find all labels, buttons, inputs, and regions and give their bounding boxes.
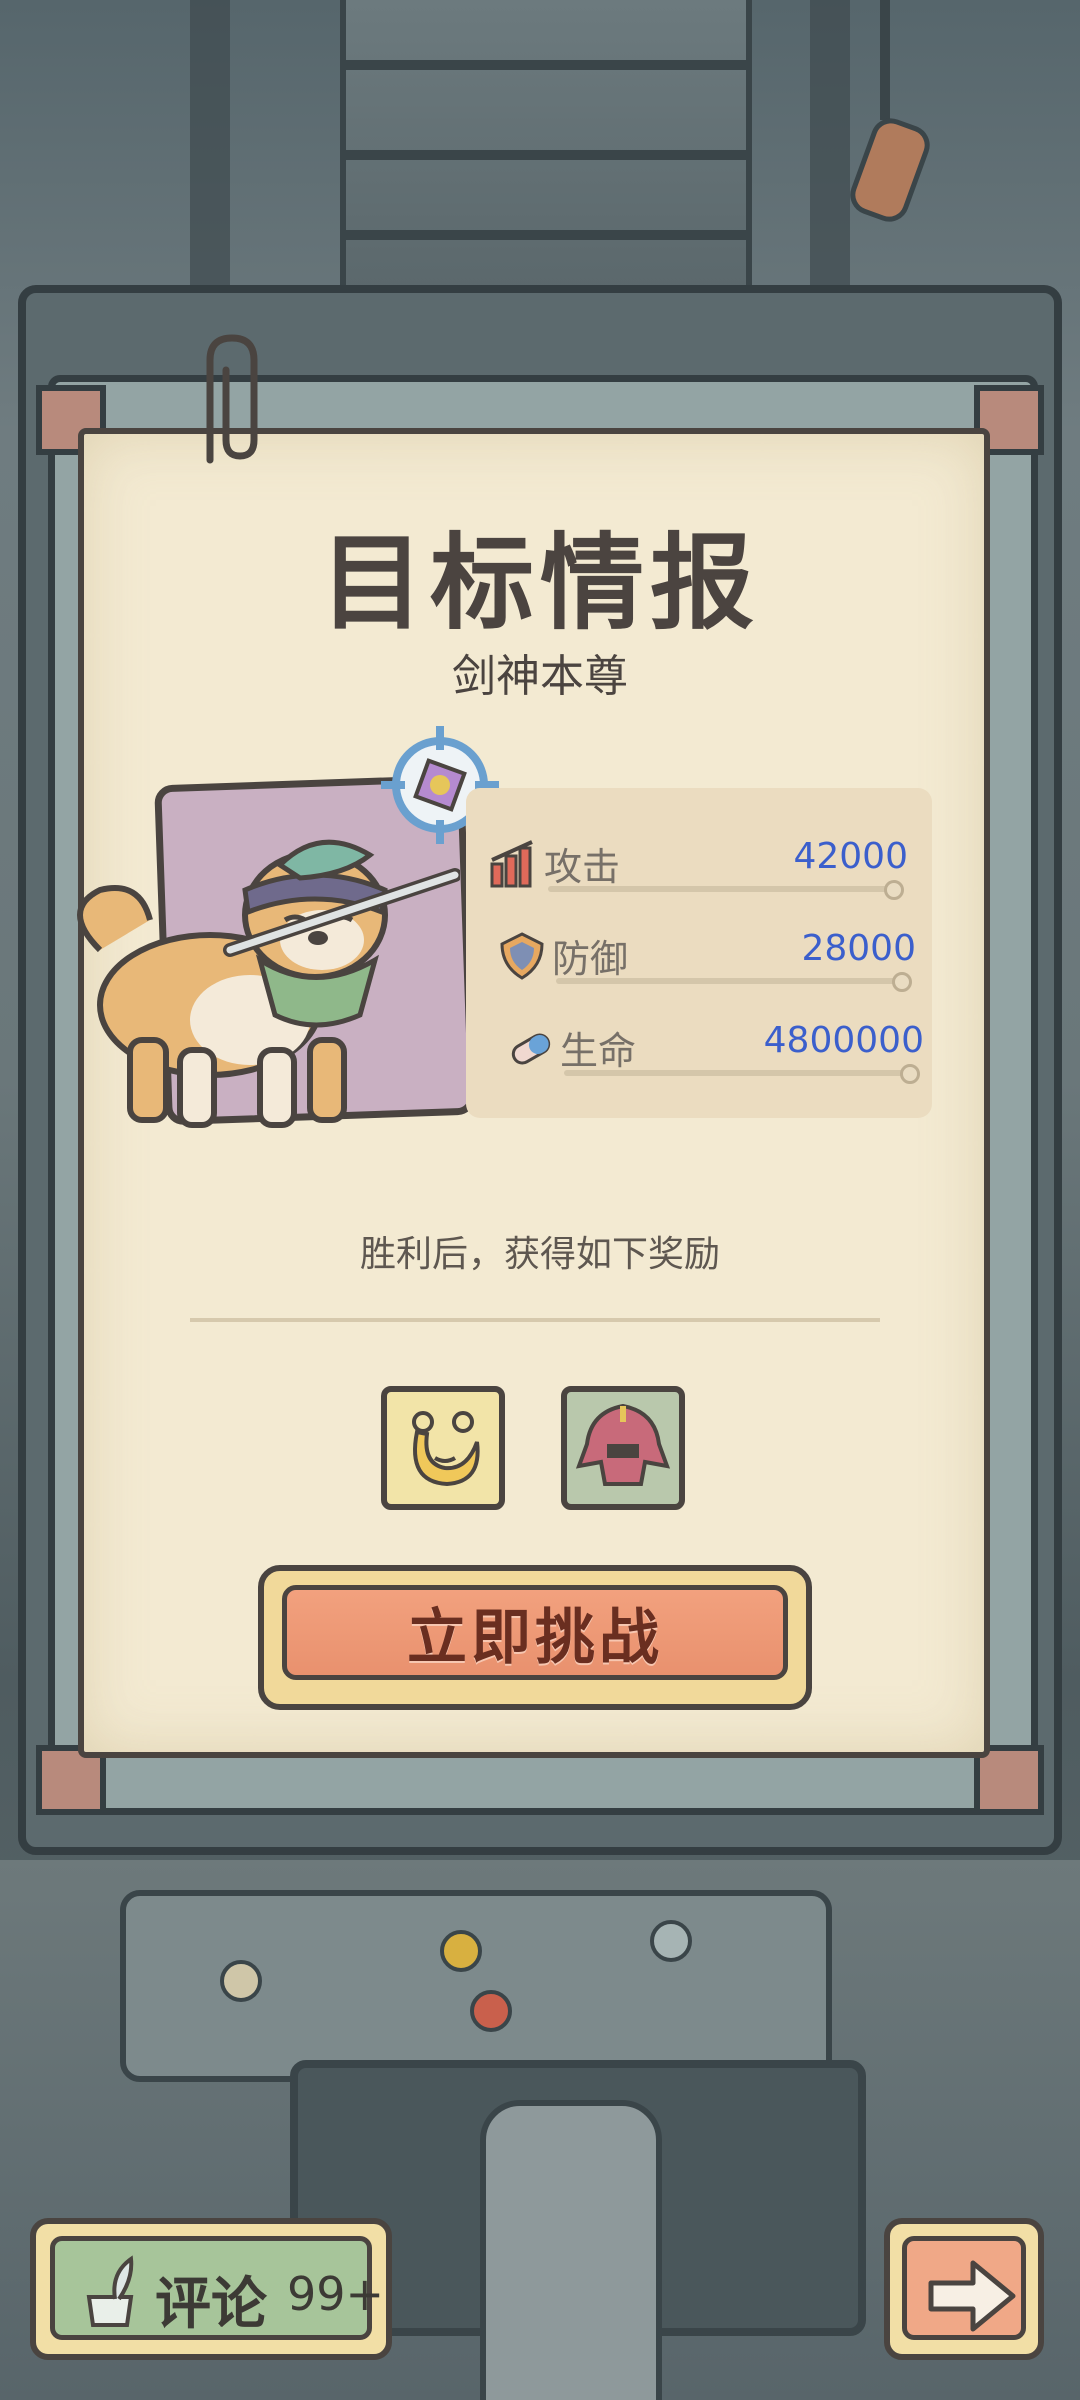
right-arrow-icon [928, 2260, 1016, 2332]
stat-value: 42000 [793, 836, 908, 877]
stat-row-defense: 防御 28000 [496, 924, 916, 994]
target-name: 剑神本尊 [452, 651, 628, 702]
reward-caption: 胜利后，获得如下奖励 [359, 1234, 720, 1275]
hanging-hook [880, 0, 890, 120]
challenge-button-face: 立即挑战 [282, 1585, 788, 1680]
stat-label: 生命 [560, 1029, 637, 1073]
samurai-helmet-icon [575, 1403, 671, 1486]
stat-row-health: 生命 4800000 [504, 1016, 924, 1086]
comment-button-face: 评论 99+ [50, 2236, 384, 2340]
stat-slider [556, 972, 912, 992]
stat-slider [564, 1064, 920, 1084]
gas-bottle [480, 2100, 662, 2400]
inkwell-quill-icon [86, 2255, 134, 2327]
hanging-bulb [844, 112, 936, 228]
reward-item[interactable] [561, 1386, 685, 1510]
attack-icon [490, 840, 533, 888]
stat-row-attack: 攻击 42000 [488, 832, 908, 902]
paper-clip-icon [206, 334, 258, 464]
reward-item[interactable] [381, 1386, 505, 1510]
next-button[interactable] [884, 2218, 1044, 2360]
comment-count: 99+ [287, 2267, 385, 2321]
defense-icon [500, 932, 544, 980]
next-button-face [902, 2236, 1026, 2340]
health-icon [511, 1033, 551, 1065]
golden-crescent-charm-icon [412, 1411, 480, 1487]
challenge-button[interactable]: 立即挑战 [258, 1565, 812, 1710]
ceiling-hatch [340, 0, 752, 290]
page-title: 目标情报 [319, 522, 760, 644]
stat-value: 28000 [801, 928, 916, 969]
stat-slider [548, 880, 904, 900]
shiba-swordsman-illustration [77, 839, 460, 1128]
comment-button[interactable]: 评论 99+ [30, 2218, 392, 2360]
challenge-button-label: 立即挑战 [407, 1603, 663, 1673]
divider [190, 1318, 880, 1322]
stat-value: 4800000 [763, 1020, 924, 1061]
comment-label: 评论 [155, 2272, 267, 2337]
stat-label: 防御 [552, 937, 629, 981]
stat-label: 攻击 [544, 845, 621, 889]
